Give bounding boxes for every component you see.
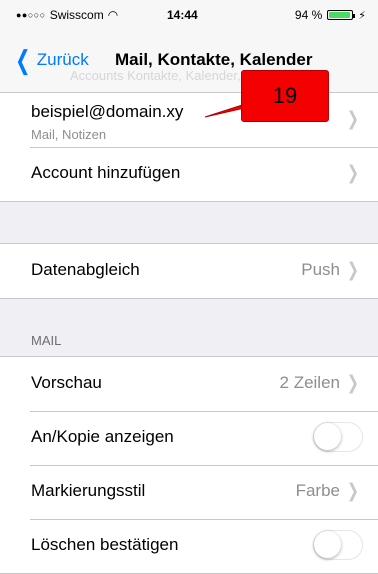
cc-label: An/Kopie anzeigen	[31, 427, 174, 446]
add-account-row[interactable]: Account hinzufügen ❯	[0, 147, 378, 201]
wifi-icon: ◠	[107, 8, 119, 22]
preview-label: Vorschau	[31, 373, 102, 392]
battery-percent: 94 %	[294, 8, 323, 22]
account-services: Mail, Notizen	[31, 127, 107, 142]
page-title: Mail, Kontakte, Kalender	[115, 50, 313, 69]
delete-confirm-row: Löschen bestätigen	[0, 519, 378, 573]
annotation-badge: 19	[241, 70, 329, 122]
fetch-group: Datenabgleich Push ❯	[0, 243, 378, 299]
status-bar: ●●○○○ Swisscom ◠ 14:44 94 % ⚡	[0, 0, 378, 30]
battery-icon	[327, 10, 356, 20]
fetch-row[interactable]: Datenabgleich Push ❯	[0, 244, 378, 298]
battery-fill	[329, 12, 350, 18]
toggle-knob	[314, 531, 341, 558]
mail-group: Vorschau 2 Zeilen ❯ An/Kopie anzeigen Ma…	[0, 356, 378, 574]
chevron-right-icon: ❯	[347, 109, 360, 130]
delete-confirm-toggle[interactable]	[313, 530, 363, 560]
status-right: 94 % ⚡	[295, 8, 366, 22]
chevron-right-icon: ❯	[347, 481, 360, 502]
bolt-icon: ⚡	[358, 9, 366, 22]
chevron-right-icon: ❯	[347, 373, 360, 394]
chevron-right-icon: ❯	[347, 163, 360, 184]
account-email: beispiel@domain.xy	[31, 102, 184, 121]
back-label: Zurück	[36, 50, 89, 69]
chevron-right-icon: ❯	[347, 260, 360, 281]
carrier-name: Swisscom	[49, 8, 104, 22]
section-header-mail: MAIL	[31, 333, 62, 348]
toggle-knob	[314, 423, 341, 450]
back-button[interactable]: ❮ Zurück	[12, 45, 89, 75]
battery-tip	[353, 14, 356, 18]
cc-toggle[interactable]	[313, 422, 363, 452]
preview-row[interactable]: Vorschau 2 Zeilen ❯	[0, 357, 378, 411]
flag-style-row[interactable]: Markierungsstil Farbe ❯	[0, 465, 378, 519]
signal-strength: ●●○○○	[16, 10, 46, 20]
fetch-label: Datenabgleich	[31, 260, 140, 279]
cc-row: An/Kopie anzeigen	[0, 411, 378, 465]
chevron-left-icon: ❮	[15, 45, 31, 75]
delete-confirm-label: Löschen bestätigen	[31, 535, 179, 554]
add-account-label: Account hinzufügen	[31, 163, 181, 182]
status-time: 14:44	[167, 8, 198, 22]
flag-style-value: Farbe	[295, 481, 340, 500]
flag-style-label: Markierungsstil	[31, 481, 146, 500]
fetch-value: Push	[301, 260, 340, 279]
preview-value: 2 Zeilen	[279, 373, 340, 392]
status-left: ●●○○○ Swisscom ◠	[16, 8, 118, 22]
